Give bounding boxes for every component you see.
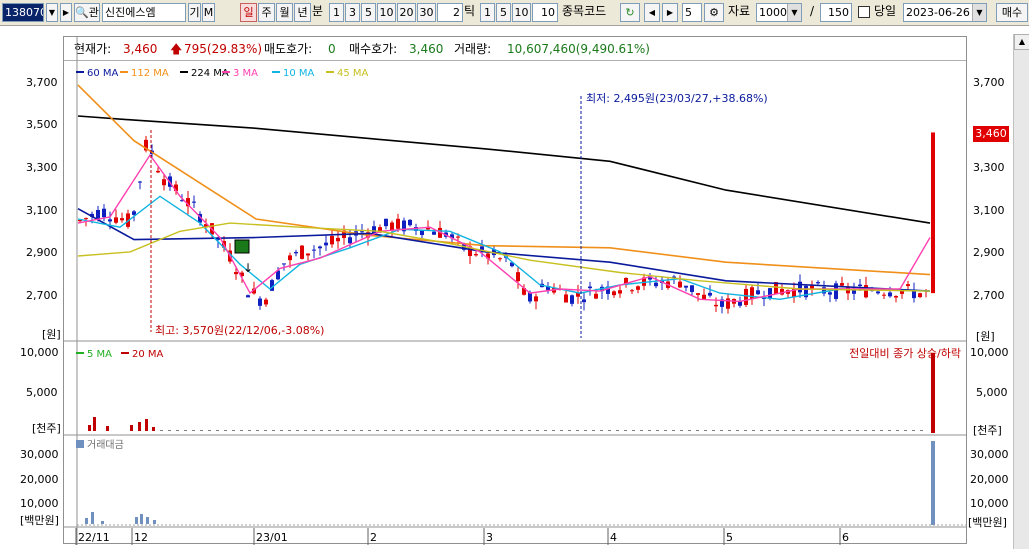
date-picker[interactable]: 2023-06-26 ▼ xyxy=(903,3,987,22)
refresh-icon[interactable]: ↻ xyxy=(620,3,640,22)
tick-1-button[interactable]: 1 xyxy=(480,3,495,22)
settings-gear-icon[interactable]: ⚙ xyxy=(704,3,724,22)
display-count-input[interactable]: 150 xyxy=(820,3,852,22)
period-day-tab[interactable]: 일 xyxy=(240,3,257,22)
price-info-bar: 현재가: 3,460 🡅 795(29.83%) 매도호가: 0 매수호가: 3… xyxy=(64,37,966,61)
toolbar: 138070 ▼ ▶ 🔍관 신진에스엠 기 M 일 주 월 년 분 1 3 5 … xyxy=(0,0,1029,26)
vol-unit-left: [천주] xyxy=(32,422,61,435)
date-value: 2023-06-26 xyxy=(906,6,970,19)
y-tick-left: 3,100 xyxy=(26,204,58,217)
y-tick-left: 3,500 xyxy=(26,118,58,131)
vol-tick-right: 10,000 xyxy=(970,346,1009,359)
y-tick-left: 3,700 xyxy=(26,76,58,89)
amt-tick-right: 30,000 xyxy=(970,448,1009,461)
period-month-tab[interactable]: 월 xyxy=(276,3,293,22)
y-tick-left: 2,700 xyxy=(26,289,58,302)
vol-tick-right: 5,000 xyxy=(976,386,1008,399)
current-price-label: 현재가: xyxy=(74,42,112,56)
chart-panel xyxy=(63,36,967,544)
chevron-down-icon: ▼ xyxy=(787,4,801,21)
tick-5-button[interactable]: 5 xyxy=(496,3,511,22)
ask-price-value: 0 xyxy=(328,42,336,56)
volume-label: 거래량: xyxy=(454,42,492,56)
stock-code-label: 종목코드 xyxy=(562,4,607,18)
amt-tick-left: 20,000 xyxy=(20,473,59,486)
minute-20-button[interactable]: 20 xyxy=(397,3,416,22)
next-arrow-icon[interactable]: ▶ xyxy=(60,3,72,22)
amt-tick-right: 10,000 xyxy=(970,497,1009,510)
tick-10-button[interactable]: 10 xyxy=(512,3,531,22)
y-tick-right: 3,100 xyxy=(973,204,1005,217)
tick-label: 틱 xyxy=(464,4,476,18)
search-cwan-button[interactable]: 🔍관 xyxy=(74,3,100,22)
vertical-scrollbar[interactable]: ▲ xyxy=(1013,34,1029,549)
calendar-dropdown-icon: ▼ xyxy=(972,4,986,21)
amt-tick-left: 30,000 xyxy=(20,448,59,461)
slash-separator: / xyxy=(810,4,815,18)
today-label: 당일 xyxy=(874,4,897,18)
next-icon[interactable]: ▶ xyxy=(662,3,678,22)
price-unit-right: [원] xyxy=(976,330,995,343)
prev-icon[interactable]: ◀ xyxy=(644,3,660,22)
buy-button[interactable]: 매수 xyxy=(996,3,1028,22)
y-tick-right: 2,700 xyxy=(973,289,1005,302)
stock-code-input[interactable]: 138070 xyxy=(2,3,44,22)
minute-5-button[interactable]: 5 xyxy=(361,3,376,22)
current-price-value: 3,460 xyxy=(123,42,158,56)
minute-3-button[interactable]: 3 xyxy=(345,3,360,22)
period-week-tab[interactable]: 주 xyxy=(258,3,275,22)
vol-unit-right: [천주] xyxy=(973,424,1002,437)
period-year-tab[interactable]: 년 xyxy=(294,3,311,22)
stock-name-input[interactable]: 신진에스엠 xyxy=(102,3,186,22)
minute-label: 분 xyxy=(312,4,324,18)
bid-price-value: 3,460 xyxy=(409,42,444,56)
vol-tick-left: 10,000 xyxy=(20,346,59,359)
y-tick-left: 2,900 xyxy=(26,246,58,259)
data-count-select[interactable]: 1000 ▼ xyxy=(756,3,802,22)
y-tick-left: 3,300 xyxy=(26,161,58,174)
minute-30-button[interactable]: 30 xyxy=(417,3,436,22)
volume-value: 10,607,460(9,490.61%) xyxy=(507,42,650,56)
gi-button[interactable]: 기 xyxy=(188,3,201,22)
scroll-up-icon[interactable]: ▲ xyxy=(1014,34,1029,50)
up-arrow-icon: 🡅 xyxy=(170,42,183,56)
step-input[interactable]: 5 xyxy=(682,3,702,22)
search-icon: 🔍 xyxy=(75,6,89,19)
minute-10-button[interactable]: 10 xyxy=(377,3,396,22)
y-tick-right: 2,900 xyxy=(973,246,1005,259)
ask-price-label: 매도호가: xyxy=(264,42,313,56)
cwan-label: 관 xyxy=(88,6,99,19)
data-count-value: 1000 xyxy=(759,6,787,19)
vol-tick-left: 5,000 xyxy=(26,386,58,399)
amt-tick-left: 10,000 xyxy=(20,497,59,510)
amt-unit-left: [백만원] xyxy=(20,514,59,527)
minute-1-button[interactable]: 1 xyxy=(329,3,344,22)
current-price-tag: 3,460 xyxy=(973,126,1009,142)
tick-custom-input[interactable]: 10 xyxy=(532,3,558,22)
y-tick-right: 3,300 xyxy=(973,161,1005,174)
m-button[interactable]: M xyxy=(202,3,215,22)
data-count-label: 자료 xyxy=(728,4,751,18)
y-tick-right: 3,700 xyxy=(973,76,1005,89)
amt-tick-right: 20,000 xyxy=(970,473,1009,486)
price-unit-left: [원] xyxy=(42,328,61,341)
bid-price-label: 매수호가: xyxy=(349,42,398,56)
change-value: 795(29.83%) xyxy=(184,42,263,56)
today-checkbox[interactable] xyxy=(858,6,870,18)
minute-custom-input[interactable]: 2 xyxy=(437,3,463,22)
code-dropdown-icon[interactable]: ▼ xyxy=(46,3,58,22)
amt-unit-right: [백만원] xyxy=(968,516,1007,529)
